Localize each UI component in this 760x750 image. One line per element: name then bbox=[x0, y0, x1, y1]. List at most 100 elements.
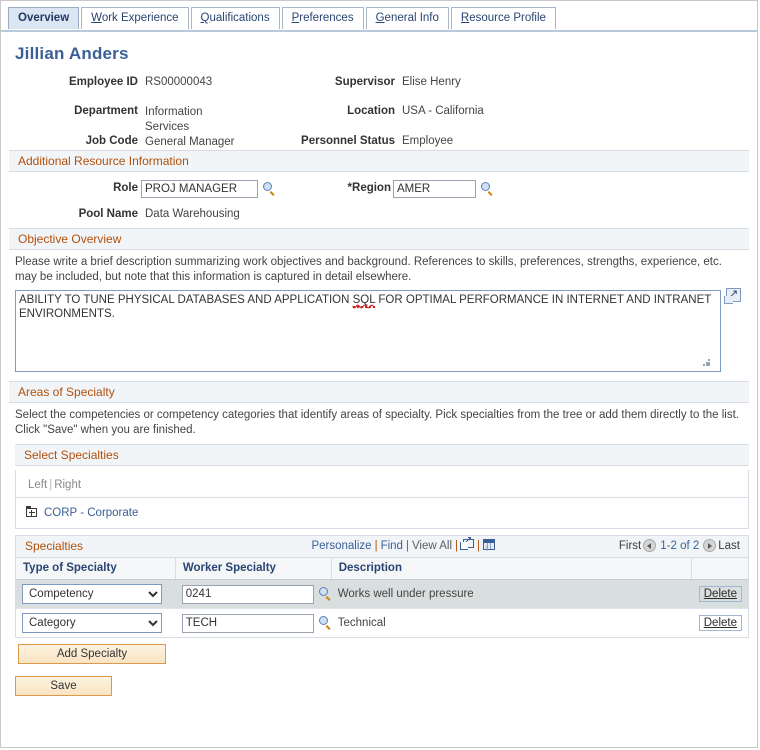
right-link[interactable]: Right bbox=[54, 479, 81, 491]
objective-text-misspelled: SQL bbox=[352, 294, 376, 308]
pool-name-value: Data Warehousing bbox=[145, 208, 240, 220]
row-0-worker-specialty-cell bbox=[176, 580, 332, 608]
location-value: USA - California bbox=[402, 105, 484, 117]
section-header-areas-of-specialty: Areas of Specialty bbox=[9, 381, 749, 403]
role-label: Role bbox=[113, 182, 138, 194]
specialties-grid-nav: Personalize|Find|View All|| bbox=[311, 535, 496, 552]
pager-previous-icon[interactable] bbox=[643, 539, 657, 552]
resource-profile-page: Overview Work Experience Qualifications Pre… bbox=[0, 0, 758, 748]
tab-work-experience-accesskey: W bbox=[91, 12, 102, 24]
personnel-status-label: Personnel Status bbox=[301, 135, 395, 147]
pager-next-icon[interactable] bbox=[703, 539, 717, 552]
section-header-additional-resource-information: Additional Resource Information bbox=[9, 150, 749, 172]
column-header-description: Description bbox=[332, 558, 692, 579]
row-1-type-select[interactable]: Category bbox=[22, 613, 162, 633]
objective-overview-instructions: Please write a brief description summari… bbox=[15, 256, 722, 283]
location-label: Location bbox=[347, 105, 395, 117]
view-all-link[interactable]: View All bbox=[412, 540, 452, 552]
nav-sep-4: | bbox=[477, 540, 480, 552]
tab-overview[interactable]: Overview bbox=[8, 7, 80, 29]
page-title: Jillian Anders bbox=[15, 44, 129, 63]
section-header-select-specialties: Select Specialties bbox=[15, 444, 749, 466]
specialties-grid-header: Specialties Personalize|Find|View All|| … bbox=[16, 535, 748, 558]
objective-textarea-wrapper: ABILITY TO TUNE PHYSICAL DATABASES AND A… bbox=[15, 287, 741, 372]
specialties-pager: First 1-2 of 2 Last bbox=[619, 539, 740, 552]
job-code-label: Job Code bbox=[85, 135, 138, 147]
row-1-description-cell: Technical bbox=[337, 617, 386, 629]
specialties-title: Specialties bbox=[25, 539, 84, 553]
textarea-resize-grip[interactable] bbox=[703, 359, 711, 367]
tab-qualifications-label: ualifications bbox=[209, 12, 270, 24]
row-0-action-cell: Delete bbox=[692, 580, 748, 608]
employee-id-label: Employee ID bbox=[68, 76, 138, 88]
tab-underline bbox=[1, 30, 757, 32]
add-specialty-button[interactable]: Add Specialty bbox=[18, 644, 166, 664]
download-grid-icon[interactable] bbox=[483, 539, 496, 551]
row-1-lookup-icon[interactable] bbox=[318, 616, 332, 630]
left-right-toggle: Left | Right bbox=[16, 470, 748, 498]
left-link[interactable]: Left bbox=[28, 479, 47, 491]
region-input[interactable] bbox=[393, 180, 476, 198]
pool-name-row: Pool Name Data Warehousing bbox=[1, 206, 757, 228]
supervisor-label: Supervisor bbox=[334, 76, 395, 88]
row-0-worker-specialty-input[interactable] bbox=[181, 584, 314, 604]
tab-resource-profile-accesskey: R bbox=[460, 12, 470, 24]
region-label-text: Region bbox=[352, 182, 391, 194]
table-row: Category Technical Delete bbox=[16, 609, 748, 637]
expand-textarea-icon[interactable] bbox=[724, 287, 741, 304]
row-1-worker-specialty-input[interactable] bbox=[181, 613, 314, 633]
section-header-objective-overview: Objective Overview bbox=[9, 228, 749, 250]
personnel-status-value: Employee bbox=[402, 135, 454, 147]
region-label: *Region bbox=[231, 182, 391, 194]
tab-general-info-accesskey: G bbox=[375, 12, 385, 24]
row-1-type-cell: Category bbox=[16, 609, 176, 637]
tree-node-corp: CORP - Corporate bbox=[16, 498, 748, 528]
tab-overview-label: Overview bbox=[18, 12, 70, 24]
table-row: Competency Works well under pressure Del… bbox=[16, 580, 748, 609]
tab-general-info[interactable]: General Info bbox=[365, 7, 449, 29]
pager-first-label[interactable]: First bbox=[619, 540, 641, 552]
tree-expand-plus-icon[interactable] bbox=[26, 506, 38, 517]
pager-range: 1-2 of 2 bbox=[660, 540, 700, 552]
select-specialties-panel: Left | Right CORP - Corporate bbox=[15, 470, 749, 529]
row-0-delete-button[interactable]: Delete bbox=[698, 586, 742, 602]
objective-text-part1: ABILITY TO TUNE PHYSICAL DATABASES AND A… bbox=[19, 294, 353, 306]
row-1-worker-specialty-cell bbox=[176, 609, 332, 637]
specialties-column-headers: Type of Specialty Worker Specialty Descr… bbox=[16, 558, 748, 580]
row-0-description-cell: Works well under pressure bbox=[337, 588, 474, 600]
department-label: Department bbox=[74, 105, 138, 117]
find-link[interactable]: Find bbox=[381, 540, 403, 552]
save-button[interactable]: Save bbox=[15, 676, 112, 696]
pager-last-label[interactable]: Last bbox=[718, 540, 740, 552]
additional-resource-fields-row: Role *Region bbox=[1, 178, 757, 206]
grid-expand-icon[interactable] bbox=[460, 535, 474, 551]
tab-resource-profile[interactable]: Resource Profile bbox=[450, 7, 556, 29]
areas-of-specialty-instructions: Select the competencies or competency ca… bbox=[15, 409, 739, 436]
tab-preferences[interactable]: Preferences bbox=[281, 7, 364, 29]
tab-bar: Overview Work Experience Qualifications Pre… bbox=[1, 7, 757, 32]
tab-work-experience[interactable]: Work Experience bbox=[81, 7, 189, 29]
column-header-actions bbox=[692, 558, 748, 579]
supervisor-value: Elise Henry bbox=[402, 76, 461, 88]
specialties-grid: Specialties Personalize|Find|View All|| … bbox=[15, 535, 749, 638]
tree-node-label[interactable]: CORP - Corporate bbox=[44, 507, 138, 519]
row-0-type-select[interactable]: Competency bbox=[22, 584, 162, 604]
nav-sep-2: | bbox=[405, 540, 409, 552]
row-0-lookup-icon[interactable] bbox=[318, 587, 332, 601]
tab-work-experience-label: ork Experience bbox=[101, 12, 179, 24]
nav-sep-1: | bbox=[374, 540, 378, 552]
tab-preferences-label: references bbox=[299, 12, 354, 24]
row-1-action-cell: Delete bbox=[692, 609, 748, 637]
region-lookup-icon[interactable] bbox=[480, 182, 494, 196]
objective-overview-textarea[interactable]: ABILITY TO TUNE PHYSICAL DATABASES AND A… bbox=[15, 290, 721, 372]
personalize-link[interactable]: Personalize bbox=[311, 540, 371, 552]
row-1-delete-button[interactable]: Delete bbox=[698, 615, 742, 631]
tab-general-info-label: eneral Info bbox=[384, 12, 439, 24]
tab-qualifications[interactable]: Qualifications bbox=[190, 7, 280, 29]
pool-name-label: Pool Name bbox=[78, 208, 138, 220]
column-header-worker-specialty: Worker Specialty bbox=[176, 558, 332, 579]
column-header-type-of-specialty: Type of Specialty bbox=[16, 558, 176, 579]
employee-info-block: Employee ID RS00000043 Department Inform… bbox=[1, 72, 757, 150]
tab-resource-profile-label: esource Profile bbox=[469, 12, 546, 24]
row-0-type-cell: Competency bbox=[16, 580, 176, 608]
